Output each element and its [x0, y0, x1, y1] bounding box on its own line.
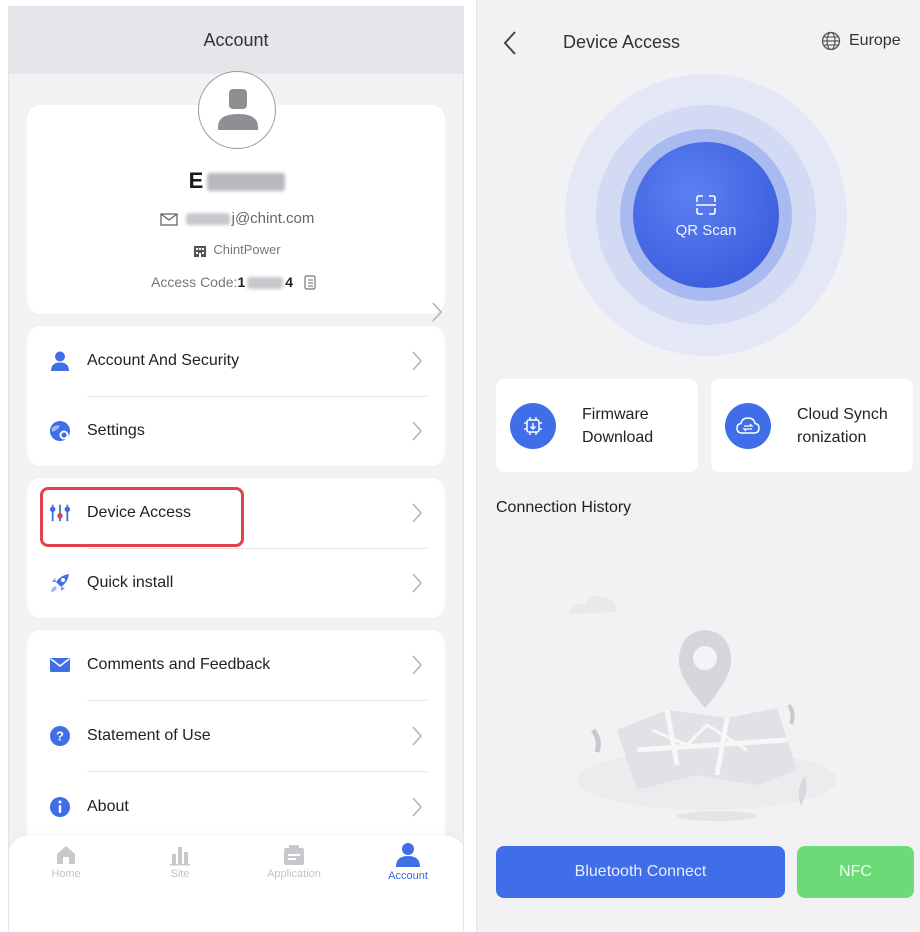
chevron-left-icon — [503, 31, 516, 55]
person-icon — [51, 351, 69, 371]
building-icon — [194, 245, 207, 257]
chevron-right-icon — [412, 421, 423, 441]
bluetooth-connect-button[interactable]: Bluetooth Connect — [496, 846, 785, 898]
firmware-download-card[interactable]: Firmware Download — [496, 379, 698, 472]
qr-scan-area: QR Scan — [565, 74, 847, 356]
account-screen: Account E j@chint.com ChintPower Access … — [8, 6, 464, 932]
site-icon — [170, 847, 190, 866]
redacted-name — [207, 173, 286, 192]
question-icon: ? — [50, 726, 70, 746]
account-header: Account — [9, 6, 463, 74]
menu-item-account-security[interactable]: Account And Security — [27, 326, 445, 396]
redacted-email — [185, 213, 230, 226]
region-selector[interactable]: Europe — [821, 31, 901, 51]
svg-text:?: ? — [56, 729, 64, 744]
connection-history-title: Connection History — [496, 499, 632, 516]
access-code: Access Code:1 4 — [9, 274, 463, 291]
cloud-sync-icon — [725, 403, 771, 449]
account-icon — [396, 843, 420, 867]
chevron-right-icon — [412, 655, 423, 675]
chevron-right-icon — [412, 797, 423, 817]
home-icon — [57, 846, 75, 864]
cloud-sync-label-line2: ronization — [797, 429, 867, 446]
chevron-right-icon — [412, 573, 423, 593]
mail-icon — [159, 212, 178, 226]
menu-group-info: Comments and Feedback ? Statement of Use… — [27, 630, 445, 860]
page-title: Device Access — [563, 32, 681, 52]
chevron-right-icon — [412, 503, 423, 523]
menu-item-settings[interactable]: Settings — [27, 396, 445, 466]
firmware-download-icon — [510, 403, 556, 449]
tab-home[interactable]: Home — [9, 836, 123, 906]
menu-item-about[interactable]: About — [27, 772, 445, 842]
nfc-button[interactable]: NFC — [797, 846, 914, 898]
settings-gear-icon — [50, 421, 70, 441]
firmware-label-line1: Firmware — [582, 406, 649, 423]
application-icon — [284, 845, 304, 865]
menu-item-quick-install[interactable]: Quick install — [27, 548, 445, 618]
avatar[interactable] — [198, 71, 276, 149]
rocket-icon — [51, 574, 69, 592]
back-button[interactable] — [503, 30, 517, 61]
cloud-sync-card[interactable]: Cloud Synch ronization — [711, 379, 913, 472]
tab-account[interactable]: Account — [351, 836, 463, 906]
menu-item-feedback[interactable]: Comments and Feedback — [27, 630, 445, 700]
tab-application[interactable]: Application — [237, 836, 351, 906]
user-email: j@chint.com — [9, 210, 463, 227]
copy-icon[interactable] — [303, 275, 317, 291]
qr-scan-button[interactable]: QR Scan — [633, 142, 779, 288]
user-silhouette-icon — [218, 89, 258, 130]
user-name: E — [9, 168, 463, 194]
menu-group-account: Account And Security Settings — [27, 326, 445, 466]
scan-icon — [696, 195, 716, 215]
menu-item-statement[interactable]: ? Statement of Use — [27, 701, 445, 771]
chevron-right-icon — [412, 351, 423, 371]
chevron-right-icon — [412, 726, 423, 746]
tab-site[interactable]: Site — [123, 836, 237, 906]
cloud-sync-label-line1: Cloud Synch — [797, 406, 888, 423]
page-title: Account — [203, 29, 269, 50]
user-company: ChintPower — [9, 242, 463, 258]
firmware-label-line2: Download — [582, 429, 654, 446]
bottom-tab-bar: Home Site Application Account — [9, 836, 463, 932]
device-access-highlight — [40, 487, 244, 547]
redacted-code — [247, 277, 284, 290]
chevron-right-icon[interactable] — [431, 301, 443, 328]
device-access-screen: Device Access Europe QR Scan Firmware Do… — [476, 0, 920, 932]
globe-icon — [821, 31, 841, 51]
mail-icon — [50, 658, 70, 672]
info-icon — [50, 797, 70, 817]
empty-map-illustration — [569, 596, 837, 821]
